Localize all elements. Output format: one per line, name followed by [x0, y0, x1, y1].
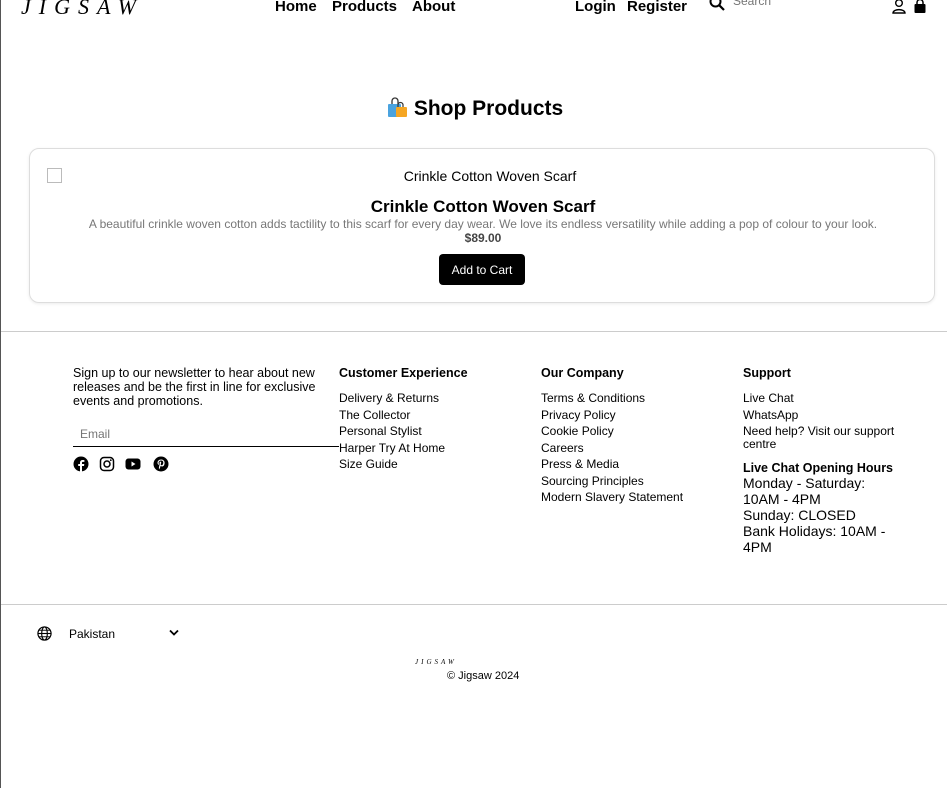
support-title: Support: [743, 366, 791, 380]
nav-products-link[interactable]: Products: [332, 0, 397, 15]
bottom-divider: [1, 604, 947, 605]
youtube-icon[interactable]: [125, 456, 141, 472]
hours-weekday: Monday - Saturday: 10AM - 4PM: [743, 475, 866, 507]
facebook-icon[interactable]: [73, 456, 89, 472]
pinterest-icon[interactable]: [153, 456, 169, 472]
shopping-bag-icon[interactable]: [912, 0, 928, 14]
product-name: Crinkle Cotton Woven Scarf: [370, 197, 596, 216]
hours-bank-holidays: Bank Holidays: 10AM - 4PM: [743, 523, 886, 555]
page-title-text: Shop Products: [413, 97, 564, 120]
product-description: A beautiful crinkle woven cotton adds ta…: [88, 217, 878, 231]
site-logo[interactable]: JIGSAW: [21, 0, 144, 20]
product-card: Crinkle Cotton Woven Scarf Crinkle Cotto…: [29, 148, 935, 303]
support-column: Support Live Chat WhatsApp Need help? Vi…: [743, 366, 903, 555]
email-field[interactable]: [73, 422, 339, 447]
footer-link-sourcing[interactable]: Sourcing Principles: [541, 473, 683, 490]
globe-icon: [37, 626, 52, 641]
add-to-cart-button[interactable]: Add to Cart: [439, 254, 525, 285]
our-company-column: Our Company Terms & Conditions Privacy P…: [541, 366, 683, 506]
footer-link-harper-try-at-home[interactable]: Harper Try At Home: [339, 440, 468, 457]
footer-link-whatsapp[interactable]: WhatsApp: [743, 407, 903, 424]
search-input[interactable]: [733, 0, 853, 8]
footer-link-personal-stylist[interactable]: Personal Stylist: [339, 423, 468, 440]
live-chat-hours-title: Live Chat Opening Hours: [743, 461, 894, 475]
login-link[interactable]: Login: [575, 0, 616, 15]
footer-logo: JIGSAW: [415, 658, 457, 666]
site-header: JIGSAW Home Products About Login Registe…: [1, 0, 947, 20]
footer-link-live-chat[interactable]: Live Chat: [743, 390, 903, 407]
shopping-bags-icon: [387, 97, 407, 117]
footer-link-terms[interactable]: Terms & Conditions: [541, 390, 683, 407]
user-icon[interactable]: [891, 0, 907, 14]
footer-link-support-centre[interactable]: Need help? Visit our support centre: [743, 425, 903, 450]
register-link[interactable]: Register: [627, 0, 687, 15]
product-price: $89.00: [464, 231, 502, 245]
footer-link-delivery-returns[interactable]: Delivery & Returns: [339, 390, 468, 407]
product-image-alt: Crinkle Cotton Woven Scarf: [403, 168, 577, 184]
customer-experience-column: Customer Experience Delivery & Returns T…: [339, 366, 468, 473]
customer-experience-title: Customer Experience: [339, 366, 468, 380]
footer-link-size-guide[interactable]: Size Guide: [339, 456, 468, 473]
instagram-icon[interactable]: [99, 456, 115, 472]
footer-link-modern-slavery[interactable]: Modern Slavery Statement: [541, 489, 683, 506]
chevron-down-icon[interactable]: [169, 629, 179, 637]
nav-about-link[interactable]: About: [412, 0, 455, 15]
copyright-text: © Jigsaw 2024: [447, 670, 520, 682]
footer-link-careers[interactable]: Careers: [541, 440, 683, 457]
nav-home-link[interactable]: Home: [275, 0, 317, 15]
footer-link-cookie[interactable]: Cookie Policy: [541, 423, 683, 440]
footer-link-press-media[interactable]: Press & Media: [541, 456, 683, 473]
hours-sunday: Sunday: CLOSED: [743, 507, 856, 523]
newsletter-text: Sign up to our newsletter to hear about …: [73, 366, 316, 408]
country-select[interactable]: Pakistan: [65, 624, 183, 644]
page-title: Shop Products: [1, 96, 947, 121]
our-company-title: Our Company: [541, 366, 624, 380]
footer-link-the-collector[interactable]: The Collector: [339, 407, 468, 424]
footer-link-privacy[interactable]: Privacy Policy: [541, 407, 683, 424]
footer-divider: [1, 331, 947, 332]
search-icon[interactable]: [709, 0, 725, 11]
